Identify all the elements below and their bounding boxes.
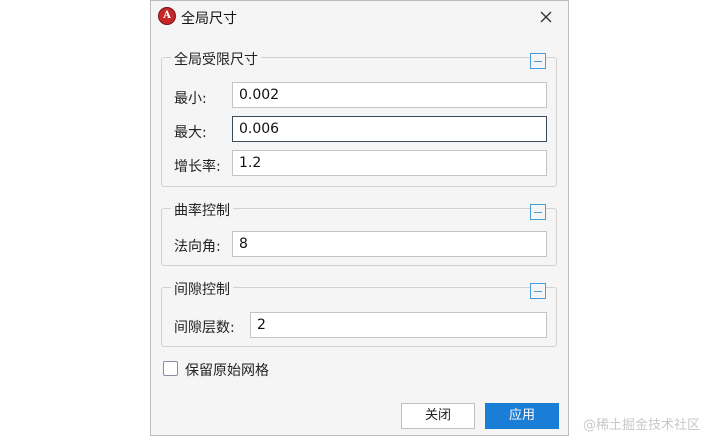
normal-angle-label: 法向角: <box>174 239 221 255</box>
watermark-text: @稀土掘金技术社区 <box>583 418 701 433</box>
global-size-dialog: A 全局尺寸 全局受限尺寸 最小: 最大: 增长率: 曲率控制 法向角: 间隙控… <box>150 0 569 436</box>
gap-layers-label: 间隙层数: <box>174 320 235 336</box>
dialog-title: 全局尺寸 <box>181 11 237 27</box>
growth-rate-input[interactable] <box>232 150 547 176</box>
group-label-gap: 间隙控制 <box>171 279 233 299</box>
collapse-global-size-button[interactable] <box>530 53 546 69</box>
app-logo-icon: A <box>158 7 176 25</box>
collapse-gap-button[interactable] <box>530 283 546 299</box>
global-size-group: 全局受限尺寸 最小: 最大: 增长率: <box>161 49 557 187</box>
normal-angle-input[interactable] <box>232 231 547 257</box>
max-size-input[interactable] <box>232 116 547 142</box>
group-label-curvature: 曲率控制 <box>171 200 233 220</box>
gap-group: 间隙控制 间隙层数: <box>161 279 557 347</box>
apply-button[interactable]: 应用 <box>485 403 559 429</box>
gap-layers-input[interactable] <box>250 312 547 338</box>
group-label-global-size: 全局受限尺寸 <box>171 49 261 69</box>
title-bar: A 全局尺寸 <box>151 1 568 35</box>
max-label: 最大: <box>174 125 207 141</box>
close-icon[interactable] <box>536 7 556 27</box>
collapse-curvature-button[interactable] <box>530 204 546 220</box>
keep-original-mesh-checkbox[interactable] <box>163 361 178 376</box>
keep-original-mesh-label[interactable]: 保留原始网格 <box>185 360 269 380</box>
growth-rate-label: 增长率: <box>174 159 221 175</box>
min-size-input[interactable] <box>232 82 547 108</box>
close-button[interactable]: 关闭 <box>401 403 475 429</box>
curvature-group: 曲率控制 法向角: <box>161 200 557 266</box>
min-label: 最小: <box>174 91 207 107</box>
